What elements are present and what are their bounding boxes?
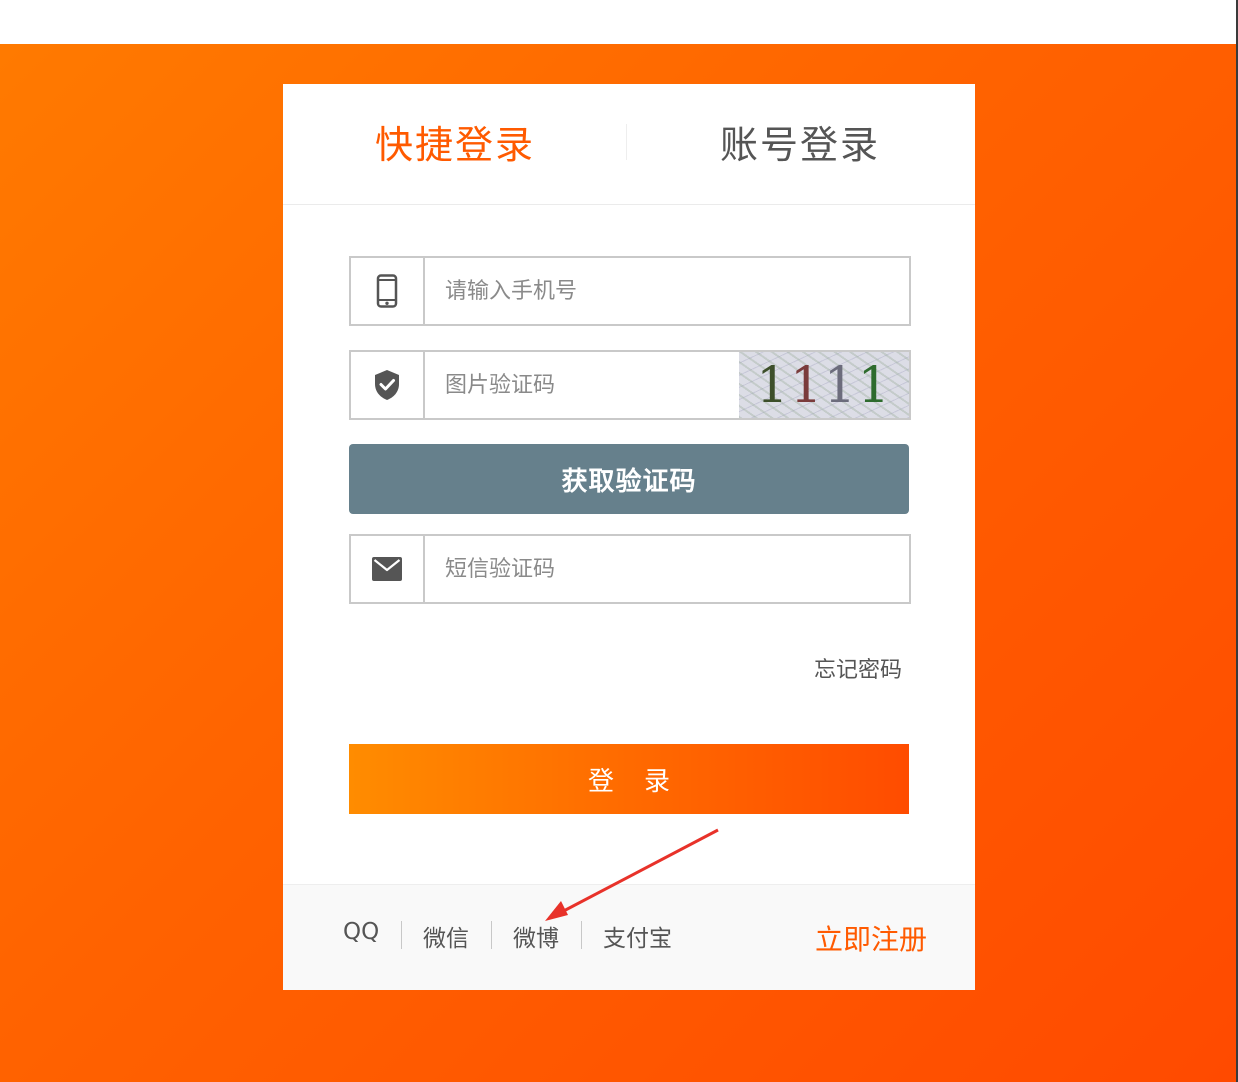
tab-divider — [626, 124, 627, 160]
top-strip — [0, 0, 1238, 44]
shield-check-icon — [375, 370, 399, 400]
image-captcha-field: 1 1 1 1 — [349, 350, 911, 420]
captcha-digit: 1 — [824, 356, 858, 414]
tab-account-login[interactable]: 账号登录 — [720, 122, 880, 168]
login-footer: QQ 微信 微博 支付宝 立即注册 — [283, 884, 975, 990]
phone-icon — [376, 274, 398, 308]
image-captcha-input[interactable] — [425, 352, 743, 418]
forgot-password-link[interactable]: 忘记密码 — [814, 652, 902, 684]
mail-icon — [372, 557, 402, 581]
social-login-alipay[interactable]: 支付宝 — [603, 919, 672, 953]
footer-divider — [491, 921, 492, 949]
tab-quick-login[interactable]: 快捷登录 — [375, 122, 535, 168]
sms-code-input[interactable] — [425, 536, 909, 602]
footer-divider — [581, 921, 582, 949]
footer-divider — [401, 921, 402, 949]
social-login-weibo[interactable]: 微博 — [513, 919, 559, 953]
phone-field — [349, 256, 911, 326]
captcha-digit: 1 — [857, 356, 892, 414]
register-link[interactable]: 立即注册 — [815, 918, 927, 958]
login-card: 快捷登录 账号登录 1 1 1 1 获取验证码 — [283, 84, 975, 990]
sms-icon-cell — [351, 536, 425, 602]
captcha-digit: 1 — [790, 356, 824, 414]
phone-icon-cell — [351, 258, 425, 324]
login-button[interactable]: 登录 — [349, 744, 909, 814]
login-tabs: 快捷登录 账号登录 — [283, 84, 975, 205]
captcha-image[interactable]: 1 1 1 1 — [739, 352, 909, 418]
captcha-digit: 1 — [756, 356, 791, 414]
phone-input[interactable] — [425, 258, 909, 324]
captcha-icon-cell — [351, 352, 425, 418]
social-login-qq[interactable]: QQ — [343, 919, 379, 945]
social-login-wechat[interactable]: 微信 — [423, 919, 469, 953]
sms-code-field — [349, 534, 911, 604]
get-code-button[interactable]: 获取验证码 — [349, 444, 909, 514]
